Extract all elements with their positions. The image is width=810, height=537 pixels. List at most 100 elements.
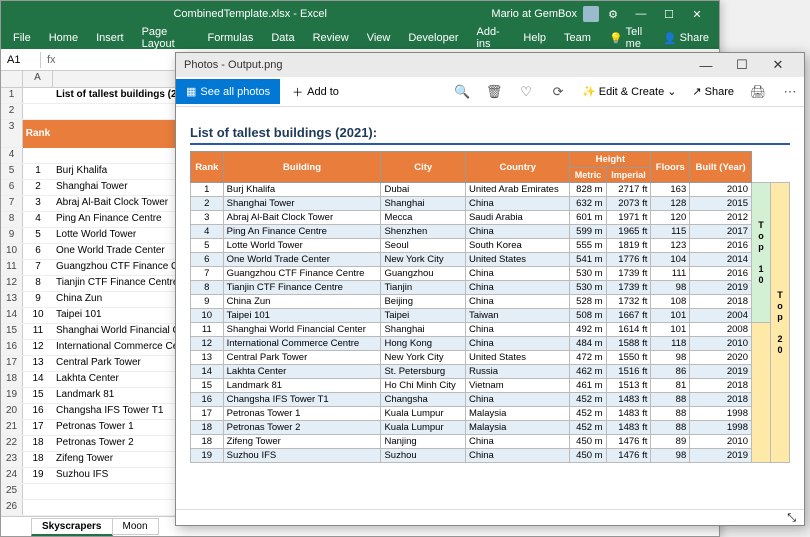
minimize-button[interactable]: — (688, 58, 724, 73)
share-button[interactable]: ↗ Share (686, 81, 740, 102)
cell-city: Changsha (381, 393, 465, 407)
cell-a[interactable]: 12 (23, 340, 53, 355)
row-number[interactable]: 9 (1, 228, 23, 243)
delete-icon[interactable]: 🗑 (480, 84, 508, 100)
see-all-photos-button[interactable]: ▦ See all photos (176, 79, 280, 104)
cell-imperial: 1550 ft (606, 351, 651, 365)
row-number[interactable]: 16 (1, 340, 23, 355)
cell-a[interactable]: 18 (23, 436, 53, 451)
row-number[interactable]: 8 (1, 212, 23, 227)
cell-a[interactable] (23, 148, 53, 163)
row-number[interactable]: 7 (1, 196, 23, 211)
th-rank: Rank (191, 152, 224, 183)
row-number[interactable]: 10 (1, 244, 23, 259)
cell-a[interactable]: 14 (23, 372, 53, 387)
row-number[interactable]: 15 (1, 324, 23, 339)
row-number[interactable]: 26 (1, 500, 23, 515)
cell-a[interactable]: 2 (23, 180, 53, 195)
row-number[interactable]: 17 (1, 356, 23, 371)
cell-a[interactable]: 6 (23, 244, 53, 259)
cell-a[interactable]: 19 (23, 468, 53, 483)
row-number[interactable]: 2 (1, 104, 23, 119)
row-number[interactable]: 22 (1, 436, 23, 451)
cell-a[interactable]: 10 (23, 308, 53, 323)
cell-rank-header[interactable]: Rank (23, 120, 53, 148)
share-label: Share (705, 86, 734, 98)
edit-create-button[interactable]: ✨ Edit & Create ⌄ (576, 81, 682, 102)
cell-a[interactable]: 13 (23, 356, 53, 371)
close-button[interactable]: ✕ (760, 57, 796, 73)
row-number[interactable]: 5 (1, 164, 23, 179)
sheet-tab-skyscrapers[interactable]: Skyscrapers (31, 518, 113, 536)
row-number[interactable]: 13 (1, 292, 23, 307)
row-number[interactable]: 14 (1, 308, 23, 323)
resize-grip-icon[interactable]: ⤡ (787, 512, 796, 523)
cell-a[interactable]: 17 (23, 420, 53, 435)
cell-building: Abraj Al-Bait Clock Tower (223, 211, 381, 225)
ribbon-tab-add-ins[interactable]: Add-ins (468, 23, 513, 53)
row-number[interactable]: 25 (1, 484, 23, 499)
cell-rank: 3 (191, 211, 224, 225)
ribbon-tab-review[interactable]: Review (305, 29, 357, 47)
row-number[interactable]: 23 (1, 452, 23, 467)
row-number[interactable]: 3 (1, 120, 23, 147)
cell-a[interactable]: 1 (23, 164, 53, 179)
ribbon-tab-page-layout[interactable]: Page Layout (134, 23, 198, 53)
cell-a[interactable]: 9 (23, 292, 53, 307)
sheet-tab-moon[interactable]: Moon (112, 518, 159, 535)
ribbon-tab-formulas[interactable]: Formulas (200, 29, 262, 47)
close-button[interactable]: ✕ (683, 8, 711, 21)
ribbon-tab-insert[interactable]: Insert (88, 29, 132, 47)
cell-a[interactable]: 4 (23, 212, 53, 227)
zoom-icon[interactable]: 🔍 (448, 84, 476, 100)
ribbon-tab-file[interactable]: File (5, 29, 39, 47)
cell-a[interactable] (23, 104, 53, 119)
ribbon-tab-data[interactable]: Data (263, 29, 302, 47)
tell-me-button[interactable]: 💡Tell me (603, 23, 655, 53)
cell-a[interactable]: 8 (23, 276, 53, 291)
row-number[interactable]: 6 (1, 180, 23, 195)
rotate-icon[interactable]: ⟳ (544, 84, 572, 100)
ribbon-tab-help[interactable]: Help (515, 29, 554, 47)
minimize-button[interactable]: — (627, 8, 655, 20)
col-a[interactable]: A (23, 71, 53, 87)
ribbon-tab-team[interactable]: Team (556, 29, 599, 47)
add-to-button[interactable]: ＋ Add to (284, 80, 347, 104)
favorite-icon[interactable]: ♡ (512, 84, 540, 100)
select-all-corner[interactable] (1, 71, 23, 87)
cell-a[interactable] (23, 500, 53, 515)
more-icon[interactable]: ⋯ (776, 84, 804, 100)
share-button[interactable]: 👤Share (657, 29, 715, 48)
cell-a[interactable]: 5 (23, 228, 53, 243)
row-number[interactable]: 1 (1, 88, 23, 103)
lightbulb-icon: 💡 (609, 32, 623, 45)
row-number[interactable]: 19 (1, 388, 23, 403)
ribbon-tab-view[interactable]: View (359, 29, 399, 47)
row-number[interactable]: 12 (1, 276, 23, 291)
cell-a[interactable]: 7 (23, 260, 53, 275)
maximize-button[interactable]: ☐ (724, 57, 760, 73)
excel-user[interactable]: Mario at GemBox (491, 6, 599, 22)
print-icon[interactable]: 🖨 (744, 84, 772, 100)
fx-icon[interactable]: fx (41, 52, 62, 68)
cell-a[interactable]: 15 (23, 388, 53, 403)
cell-a[interactable]: 3 (23, 196, 53, 211)
cell-a[interactable] (23, 88, 53, 103)
ribbon-tab-home[interactable]: Home (41, 29, 86, 47)
row-number[interactable]: 4 (1, 148, 23, 163)
ribbon-tab-developer[interactable]: Developer (400, 29, 466, 47)
name-box[interactable]: A1 (1, 52, 41, 68)
row-number[interactable]: 21 (1, 420, 23, 435)
row-number[interactable]: 11 (1, 260, 23, 275)
cell-a[interactable]: 11 (23, 324, 53, 339)
row-number[interactable]: 20 (1, 404, 23, 419)
th-floors: Floors (651, 152, 690, 183)
cell-a[interactable]: 16 (23, 404, 53, 419)
settings-icon[interactable]: ⚙ (599, 8, 627, 21)
maximize-button[interactable]: ☐ (655, 8, 683, 21)
cell-country: South Korea (465, 239, 569, 253)
row-number[interactable]: 24 (1, 468, 23, 483)
row-number[interactable]: 18 (1, 372, 23, 387)
cell-a[interactable] (23, 484, 53, 499)
cell-a[interactable]: 18 (23, 452, 53, 467)
